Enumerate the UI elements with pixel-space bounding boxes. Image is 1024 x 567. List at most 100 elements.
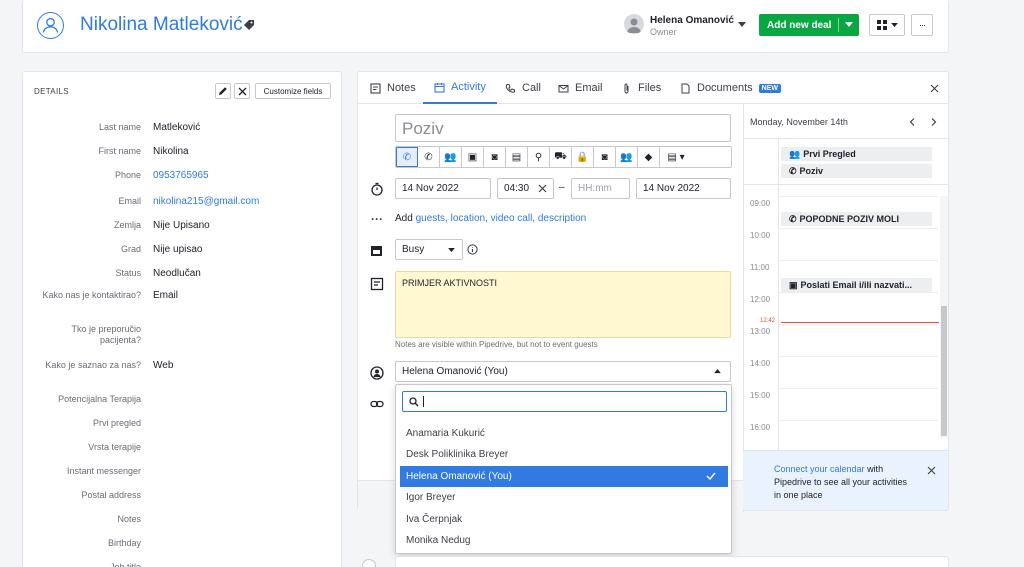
add-deal-chevron-down-icon[interactable] — [845, 22, 853, 28]
tab-documents[interactable]: Documents NEW — [680, 72, 781, 104]
dropdown-option-list: Anamaria Kukurić Desk Poliklinika Breyer H… — [396, 385, 733, 555]
calendar-scrollbar[interactable] — [940, 196, 948, 438]
tab-email[interactable]: Email — [558, 72, 603, 104]
hour-label: 09:00 — [750, 199, 771, 208]
type-inbox-icon[interactable]: ▣ — [462, 147, 484, 167]
stopwatch-icon — [370, 182, 384, 196]
owner-chevron-down-icon[interactable] — [738, 22, 746, 28]
info-icon[interactable] — [467, 244, 478, 255]
type-phone-icon[interactable]: ✆ — [418, 147, 440, 167]
type-clipboard-icon[interactable]: ▤ — [506, 147, 528, 167]
type-group-icon[interactable]: 👥 — [616, 147, 638, 167]
dropdown-option[interactable]: Iva Čerpnjak — [400, 509, 728, 530]
end-time-input[interactable]: HH:mm — [571, 178, 630, 199]
close-panel-icon[interactable] — [930, 84, 939, 93]
hour-gridline — [778, 388, 938, 389]
type-tag-icon[interactable]: ◆ — [638, 147, 660, 167]
dropdown-option[interactable]: Anamaria Kukurić — [400, 423, 728, 444]
detail-field-value: Web — [153, 360, 174, 371]
owner-role: Owner — [650, 27, 677, 37]
allday-event[interactable]: 👥 Prvi Pregled — [781, 147, 932, 161]
start-date-input[interactable]: 14 Nov 2022 — [395, 178, 491, 199]
assignee-select[interactable]: Helena Omanović (You) — [395, 361, 731, 382]
hour-label: 13:00 — [750, 327, 771, 336]
page-header: Nikolina Matleković Helena Omanović Owne… — [22, 0, 949, 53]
tab-files[interactable]: Files — [621, 72, 661, 104]
detail-field-value[interactable]: nikolina215@gmail.com — [153, 196, 259, 207]
type-video-icon[interactable]: ◙ — [594, 147, 616, 167]
history-card — [395, 556, 949, 567]
hour-label: 10:00 — [750, 231, 771, 240]
dropdown-option[interactable]: Monika Nedug — [400, 530, 728, 551]
tab-notes[interactable]: Notes — [370, 72, 416, 104]
owner-name[interactable]: Helena Omanović — [650, 15, 734, 26]
detail-field-value: Email — [153, 290, 179, 301]
dropdown-option[interactable]: Helena Omanović (You) — [400, 465, 728, 487]
subject-input[interactable]: Poziv — [395, 114, 731, 142]
dropdown-option-label: Monika Nedug — [406, 535, 471, 546]
tab-documents-label: Documents — [697, 82, 753, 94]
calendar-event[interactable]: ▣ Poslati Email i/ili nazvati... — [781, 278, 932, 292]
dropdown-option[interactable]: Igor Breyer — [400, 487, 728, 508]
prev-day-chevron-left-icon[interactable] — [909, 118, 915, 126]
type-call-icon[interactable]: ✆ — [396, 147, 418, 167]
type-camera-icon[interactable]: ◙ — [484, 147, 506, 167]
detail-field-value: Nikolina — [153, 146, 189, 157]
dropdown-option-label: Anamaria Kukurić — [406, 428, 485, 439]
add-details-row: Add guests, location, video call, descri… — [395, 213, 586, 224]
time-range-dash: – — [559, 182, 565, 193]
tab-activity-label: Activity — [451, 81, 486, 93]
detail-field-label: Last name — [98, 122, 141, 132]
note-textarea[interactable]: PRIMJER AKTIVNOSTI — [395, 271, 731, 338]
call-icon: ✆ — [789, 165, 797, 176]
busy-select[interactable]: Busy — [395, 239, 463, 260]
close-banner-icon[interactable] — [927, 466, 936, 475]
type-truck-icon[interactable]: ⛟ — [550, 147, 572, 167]
view-chevron-down-icon — [890, 22, 898, 28]
tab-call[interactable]: Call — [505, 72, 541, 104]
owner-avatar[interactable] — [624, 14, 644, 34]
add-deal-button[interactable]: Add new deal — [759, 14, 859, 36]
calendar-icon — [434, 82, 445, 93]
hour-gridline — [778, 420, 938, 421]
ellipsis-icon: ··· — [371, 212, 383, 226]
type-search-icon[interactable]: ⚲ — [528, 147, 550, 167]
allday-event[interactable]: ✆ Poziv — [781, 164, 932, 178]
page-title[interactable]: Nikolina Matleković — [80, 14, 243, 36]
meeting-icon: 👥 — [789, 148, 801, 159]
tab-activity[interactable]: Activity — [423, 72, 497, 104]
add-prefix: Add — [395, 213, 416, 224]
tab-files-label: Files — [638, 82, 662, 94]
type-lock-icon[interactable]: 🔒 — [572, 147, 594, 167]
hour-gridline — [778, 228, 938, 229]
type-meeting-icon[interactable]: 👥 — [440, 147, 462, 167]
detail-field-label: Email — [118, 196, 141, 206]
add-deal-label: Add new deal — [767, 19, 832, 31]
connect-calendar-banner: Connect your calendar with Pipedrive to … — [743, 450, 948, 510]
next-day-chevron-right-icon[interactable] — [931, 118, 937, 126]
document-icon — [680, 83, 691, 94]
add-details-links[interactable]: guests, location, video call, descriptio… — [416, 213, 587, 224]
more-actions-button[interactable]: ··· — [911, 14, 933, 36]
end-date-input[interactable]: 14 Nov 2022 — [636, 178, 731, 199]
grid-icon — [876, 20, 887, 30]
tag-icon[interactable] — [243, 19, 255, 31]
clear-time-icon[interactable] — [538, 184, 547, 193]
detail-field-label: Grad — [120, 244, 141, 254]
scrollbar-thumb[interactable] — [941, 306, 947, 436]
calendar-date-label: Monday, November 14th — [750, 117, 848, 127]
connect-calendar-link[interactable]: Connect your calendar — [774, 464, 865, 474]
calendar-event[interactable]: ✆ POPODNE POZIV MOLI — [781, 212, 932, 226]
type-more-dropdown[interactable]: ▤ ▾ — [660, 147, 692, 167]
phone-icon — [505, 83, 516, 94]
allday-divider — [743, 184, 948, 185]
dropdown-option[interactable]: Desk Poliklinika Breyer — [400, 444, 728, 465]
dropdown-option-label: Desk Poliklinika Breyer — [406, 449, 509, 461]
hour-gridline — [778, 196, 938, 197]
detail-field-value[interactable]: 0953765965 — [153, 170, 209, 181]
start-time-input[interactable]: 04:30 — [497, 178, 554, 199]
activity-type-toolbar: ✆ ✆ 👥 ▣ ◙ ▤ ⚲ ⛟ 🔒 ◙ 👥 ◆ ▤ ▾ — [395, 146, 732, 168]
view-switch-button[interactable] — [869, 14, 905, 36]
calendar-event-label: Poslati Email i/ili nazvati... — [800, 280, 913, 290]
start-time-value: 04:30 — [504, 183, 530, 194]
